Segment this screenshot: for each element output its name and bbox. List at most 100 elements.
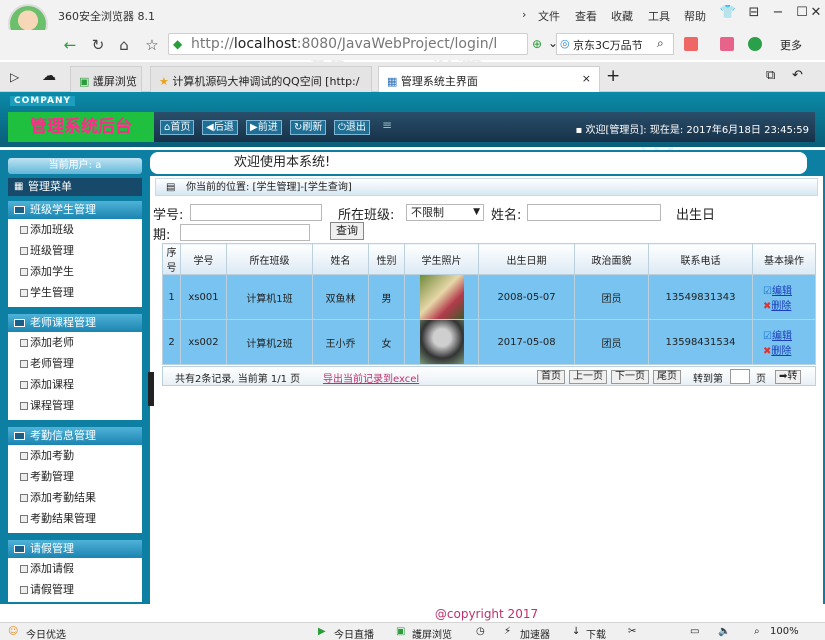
home-button[interactable]: ⌂首页: [160, 120, 195, 135]
menu-chevron-icon[interactable]: ›: [522, 8, 526, 21]
sidebar-item-course-manage[interactable]: 课程管理: [8, 395, 142, 416]
menu-group-title[interactable]: 老师课程管理: [8, 314, 142, 332]
toolbar-menu-icon[interactable]: ≡: [382, 118, 392, 132]
table-row[interactable]: 2 xs002 计算机2班 王小乔 女 2017-05-08 团员 135984…: [162, 319, 816, 365]
zoom-icon[interactable]: ⌕: [754, 626, 760, 637]
menu-group-title[interactable]: 请假管理: [8, 540, 142, 558]
menu-group-title[interactable]: 考勤信息管理: [8, 427, 142, 445]
extension-icon[interactable]: [720, 37, 734, 51]
sidebar-item-attendance-result-manage[interactable]: 考勤结果管理: [8, 508, 142, 529]
extension-icon[interactable]: [748, 37, 762, 51]
sidebar-item-teacher-manage[interactable]: 老师管理: [8, 353, 142, 374]
logout-button[interactable]: ⏻退出: [334, 120, 370, 135]
refresh-icon[interactable]: ↻: [88, 35, 108, 55]
sidebar-item-student-manage[interactable]: 学生管理: [8, 282, 142, 303]
first-page-button[interactable]: 首页: [537, 370, 565, 384]
edit-link[interactable]: 编辑: [772, 331, 792, 342]
zoom-level[interactable]: 100%: [770, 626, 799, 637]
accelerator-icon[interactable]: ⚡: [504, 626, 511, 637]
extension-icon[interactable]: [684, 37, 698, 51]
live-link[interactable]: 今日直播: [334, 626, 374, 640]
live-icon[interactable]: ▶: [318, 626, 326, 637]
delete-link[interactable]: 删除: [771, 346, 791, 357]
goto-page-input[interactable]: [730, 369, 750, 384]
edit-icon[interactable]: ☑: [763, 331, 772, 342]
sidebar-collapse-handle[interactable]: [148, 372, 154, 406]
search-icon[interactable]: ⌕: [657, 36, 664, 51]
export-excel-link[interactable]: 导出当前记录到excel: [323, 370, 419, 385]
sidebar-item-class-manage[interactable]: 班级管理: [8, 240, 142, 261]
back-button[interactable]: ◀后退: [202, 120, 238, 135]
close-tab-icon[interactable]: ×: [582, 72, 591, 85]
sidebar-item-add-leave[interactable]: 添加请假: [8, 558, 142, 579]
copyright: @copyright 2017: [150, 606, 823, 622]
sidebar-item-add-class[interactable]: 添加班级: [8, 219, 142, 240]
menu-view[interactable]: 查看: [575, 8, 597, 24]
menu-file[interactable]: 文件: [538, 8, 560, 24]
address-bar[interactable]: ◆ http://localhost:8080/JavaWebProject/l…: [168, 33, 528, 55]
cloud-icon[interactable]: ☁: [42, 68, 56, 84]
query-button[interactable]: 查询: [330, 222, 364, 240]
forward-button[interactable]: ▶前进: [246, 120, 282, 135]
window-icon[interactable]: ▭: [690, 626, 699, 637]
accelerator-link[interactable]: 加速器: [520, 626, 550, 640]
sidebar-item-add-teacher[interactable]: 添加老师: [8, 332, 142, 353]
edit-link[interactable]: 编辑: [772, 286, 792, 297]
back-icon[interactable]: ←: [60, 35, 80, 55]
edit-icon[interactable]: ☑: [763, 286, 772, 297]
download-icon[interactable]: ↓: [572, 626, 580, 637]
birth-input[interactable]: [180, 224, 310, 241]
window-list-icon[interactable]: ⧉: [766, 68, 775, 83]
item-icon: [20, 360, 28, 368]
prev-page-button[interactable]: 上一页: [569, 370, 607, 384]
home-label: 首页: [170, 122, 191, 133]
class-select[interactable]: 不限制 ▼: [406, 204, 484, 221]
sidebar-item-add-student[interactable]: 添加学生: [8, 261, 142, 282]
shirt-icon[interactable]: 👕: [718, 5, 738, 23]
group-title-label: 考勤信息管理: [30, 429, 96, 442]
eye-care-link[interactable]: 護屏浏览: [412, 626, 452, 640]
group-title-label: 班级学生管理: [30, 203, 96, 216]
sidebar-item-add-attendance-result[interactable]: 添加考勤结果: [8, 487, 142, 508]
restore-icon[interactable]: ⊟: [744, 5, 764, 23]
menu-help[interactable]: 帮助: [684, 8, 706, 24]
sidebar-item-add-course[interactable]: 添加课程: [8, 374, 142, 395]
name-input[interactable]: [527, 204, 661, 221]
daily-picks-icon[interactable]: ☺: [8, 626, 18, 637]
star-icon[interactable]: ☆: [142, 35, 162, 55]
screenshot-icon[interactable]: ✂: [628, 626, 636, 637]
minimize-icon[interactable]: −: [768, 5, 788, 23]
table-row[interactable]: 1 xs001 计算机1班 双鱼林 男 2008-05-07 团员 135498…: [162, 274, 816, 320]
sidebar-item-leave-manage[interactable]: 请假管理: [8, 579, 142, 600]
go-button[interactable]: ➡转: [775, 370, 802, 384]
clock-icon[interactable]: ◷: [476, 626, 485, 637]
next-page-button[interactable]: 下一页: [611, 370, 649, 384]
more-button[interactable]: 更多: [780, 37, 802, 53]
download-link[interactable]: 下载: [586, 626, 606, 640]
tab-management[interactable]: ▦ 管理系统主界面 ×: [378, 66, 600, 92]
eye-care-icon[interactable]: ▣: [396, 626, 405, 637]
sidebar-toggle-icon[interactable]: ▷: [10, 70, 19, 84]
student-photo[interactable]: [419, 320, 464, 364]
home-icon[interactable]: ⌂: [114, 35, 134, 55]
close-icon[interactable]: ✕: [806, 5, 825, 23]
delete-link[interactable]: 删除: [771, 301, 791, 312]
tab-qq-space[interactable]: ★ 计算机源码大神调试的QQ空间 [http:/: [150, 66, 372, 92]
last-page-button[interactable]: 尾页: [653, 370, 681, 384]
col-header: 出生日期: [478, 243, 575, 275]
menu-tools[interactable]: 工具: [648, 8, 670, 24]
reader-icon[interactable]: ⊕: [532, 37, 542, 51]
refresh-button[interactable]: ↻刷新: [290, 120, 327, 135]
sidebar-item-add-attendance[interactable]: 添加考勤: [8, 445, 142, 466]
daily-picks-link[interactable]: 今日优选: [26, 626, 66, 640]
student-photo[interactable]: [419, 275, 464, 319]
volume-icon[interactable]: 🔈: [718, 626, 730, 637]
tab-eye-care[interactable]: ▣ 護屏浏览: [70, 66, 142, 92]
search-box[interactable]: ◎ 京东3C万品节 ⌕: [556, 33, 674, 55]
menu-group-title[interactable]: 班级学生管理: [8, 201, 142, 219]
undo-icon[interactable]: ↶: [792, 68, 803, 83]
sidebar-item-attendance-manage[interactable]: 考勤管理: [8, 466, 142, 487]
student-no-input[interactable]: [190, 204, 322, 221]
new-tab-icon[interactable]: +: [606, 66, 620, 86]
menu-favorites[interactable]: 收藏: [611, 8, 633, 24]
